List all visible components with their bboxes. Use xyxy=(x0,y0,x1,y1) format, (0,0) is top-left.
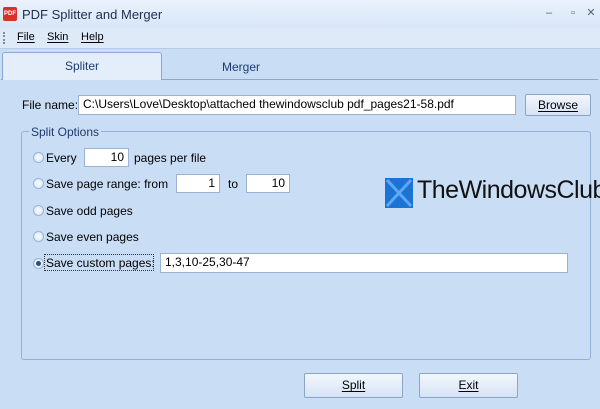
every-radio[interactable] xyxy=(33,152,44,163)
exit-button[interactable]: Exit xyxy=(419,373,518,398)
pages-per-file-label: pages per file xyxy=(134,151,207,165)
even-pages-label: Save even pages xyxy=(46,230,139,244)
watermark-text: TheWindowsClub xyxy=(417,176,600,204)
menu-help[interactable]: Help xyxy=(81,31,104,43)
menu-file[interactable]: File xyxy=(17,31,35,43)
custom-pages-label: Save custom pages: xyxy=(46,256,155,270)
odd-pages-radio[interactable] xyxy=(33,205,44,216)
tab-strip: Spliter Merger xyxy=(0,52,600,80)
range-from-input[interactable]: 1 xyxy=(176,174,220,193)
browse-button[interactable]: Browse xyxy=(525,94,591,116)
tab-merger[interactable]: Merger xyxy=(161,54,321,81)
close-button[interactable]: ✕ xyxy=(582,5,600,21)
minimize-button[interactable]: – xyxy=(540,5,558,21)
every-pages-input[interactable]: 10 xyxy=(84,148,129,167)
split-options-title: Split Options xyxy=(29,125,102,139)
odd-pages-label: Save odd pages xyxy=(46,204,133,218)
split-button[interactable]: Split xyxy=(304,373,403,398)
tab-spliter[interactable]: Spliter xyxy=(2,52,162,80)
custom-pages-radio[interactable] xyxy=(33,258,44,269)
title-bar: PDF PDF Splitter and Merger – ▫ ✕ xyxy=(0,0,600,28)
custom-pages-input[interactable]: 1,3,10-25,30-47 xyxy=(160,253,568,273)
range-to-input[interactable]: 10 xyxy=(246,174,290,193)
menu-bar: File Skin Help xyxy=(0,28,600,49)
page-range-label: Save page range: from xyxy=(46,177,169,191)
windows-club-logo-icon xyxy=(385,178,413,208)
page-range-radio[interactable] xyxy=(33,178,44,189)
file-name-label: File name: xyxy=(22,98,79,112)
window-title: PDF Splitter and Merger xyxy=(22,7,163,22)
menu-grip-icon xyxy=(3,32,7,44)
every-label: Every xyxy=(46,151,77,165)
range-to-label: to xyxy=(228,177,239,191)
file-name-input[interactable]: C:\Users\Love\Desktop\attached thewindow… xyxy=(78,95,516,115)
even-pages-radio[interactable] xyxy=(33,231,44,242)
menu-skin[interactable]: Skin xyxy=(47,31,68,43)
maximize-button[interactable]: ▫ xyxy=(564,5,582,21)
pdf-app-icon: PDF xyxy=(3,7,17,21)
